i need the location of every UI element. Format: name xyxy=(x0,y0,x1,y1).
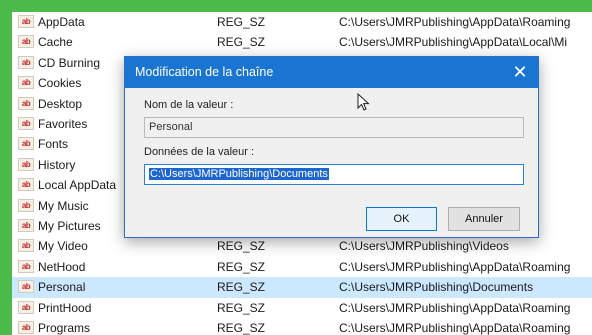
string-value-icon: ab xyxy=(18,55,34,69)
registry-value-row[interactable]: ab AppData REG_SZ C:\Users\JMRPublishing\Ap… xyxy=(12,12,592,32)
string-value-icon: ab xyxy=(18,239,34,253)
value-name: NetHood xyxy=(38,259,86,274)
ok-button[interactable]: OK xyxy=(366,207,437,231)
string-value-icon: ab xyxy=(18,76,34,90)
registry-value-row[interactable]: ab Programs REG_SZ C:\Users\JMRPublishing\A… xyxy=(12,318,592,335)
value-type: REG_SZ xyxy=(217,15,266,29)
string-value-icon: ab xyxy=(18,300,34,314)
value-type: REG_SZ xyxy=(217,280,266,295)
value-name: Personal xyxy=(38,280,86,295)
value-name-label: Nom de la valeur : xyxy=(144,99,234,111)
dialog-titlebar[interactable]: Modification de la chaîne ✕ xyxy=(125,57,538,88)
value-name: Favorites xyxy=(38,117,88,131)
registry-editor: ab AppData REG_SZ C:\Users\JMRPublishing\Ap… xyxy=(12,12,592,335)
close-icon[interactable]: ✕ xyxy=(508,60,532,84)
value-data: C:\Users\JMRPublishing\AppData\Roaming xyxy=(339,15,571,29)
string-value-icon: ab xyxy=(18,259,34,273)
value-name: My Pictures xyxy=(38,219,101,233)
registry-value-row[interactable]: ab Cache REG_SZ C:\Users\JMRPublishing\AppD… xyxy=(12,32,592,52)
value-data: C:\Users\JMRPublishing\Documents xyxy=(339,280,534,295)
dialog-title: Modification de la chaîne xyxy=(135,65,274,79)
value-data: C:\Users\JMRPublishing\AppData\Roaming xyxy=(339,259,571,274)
value-data: C:\Users\JMRPublishing\AppData\Roaming xyxy=(339,300,571,315)
string-value-icon: ab xyxy=(18,117,34,130)
value-name: Fonts xyxy=(38,137,69,152)
value-type: REG_SZ xyxy=(217,35,266,50)
value-data-input[interactable]: C:\Users\JMRPublishing\Documents xyxy=(144,164,524,185)
string-value-icon: ab xyxy=(18,157,34,171)
cancel-button[interactable]: Annuler xyxy=(448,207,520,231)
string-value-icon: ab xyxy=(18,198,34,212)
value-type: REG_SZ xyxy=(217,321,266,335)
string-value-icon: ab xyxy=(18,219,34,232)
mouse-cursor-icon xyxy=(357,93,370,111)
value-name: Cookies xyxy=(38,76,82,91)
string-value-icon: ab xyxy=(18,321,34,334)
value-data-selection: C:\Users\JMRPublishing\Documents xyxy=(149,168,329,180)
registry-value-row[interactable]: ab PrintHood REG_SZ C:\Users\JMRPublishing\… xyxy=(12,298,592,318)
value-type: REG_SZ xyxy=(217,239,266,254)
value-name: Desktop xyxy=(38,96,83,111)
string-value-icon: ab xyxy=(18,137,34,151)
value-name: AppData xyxy=(38,15,85,29)
value-data: C:\Users\JMRPublishing\Videos xyxy=(339,239,509,254)
value-name: Local AppData xyxy=(38,178,117,193)
string-value-icon: ab xyxy=(18,280,34,294)
registry-value-row[interactable]: ab My Video REG_SZ C:\Users\JMRPublishing\V… xyxy=(12,236,592,256)
string-value-icon: ab xyxy=(18,96,34,110)
value-data-label: Données de la valeur : xyxy=(144,146,255,158)
string-value-icon: ab xyxy=(18,35,34,49)
value-data: C:\Users\JMRPublishing\AppData\Local\Mi xyxy=(339,35,568,50)
value-name: Programs xyxy=(38,321,91,335)
value-name: Cache xyxy=(38,35,73,50)
value-data: C:\Users\JMRPublishing\AppData\Roaming xyxy=(339,321,571,335)
value-name: History xyxy=(38,157,76,172)
value-type: REG_SZ xyxy=(217,300,266,315)
string-value-icon: ab xyxy=(18,15,34,28)
value-name: CD Burning xyxy=(38,55,101,70)
registry-value-row[interactable]: ab Personal REG_SZ C:\Users\JMRPublishing\D… xyxy=(12,277,592,298)
registry-value-row[interactable]: ab NetHood REG_SZ C:\Users\JMRPublishing\Ap… xyxy=(12,257,592,277)
value-name-field: Personal xyxy=(144,117,524,138)
string-value-icon: ab xyxy=(18,178,34,192)
value-name: My Music xyxy=(38,198,89,213)
value-type: REG_SZ xyxy=(217,259,266,274)
value-name: PrintHood xyxy=(38,300,92,315)
value-name: My Video xyxy=(38,239,88,254)
edit-string-dialog: Modification de la chaîne ✕ Nom de la va… xyxy=(124,56,539,238)
